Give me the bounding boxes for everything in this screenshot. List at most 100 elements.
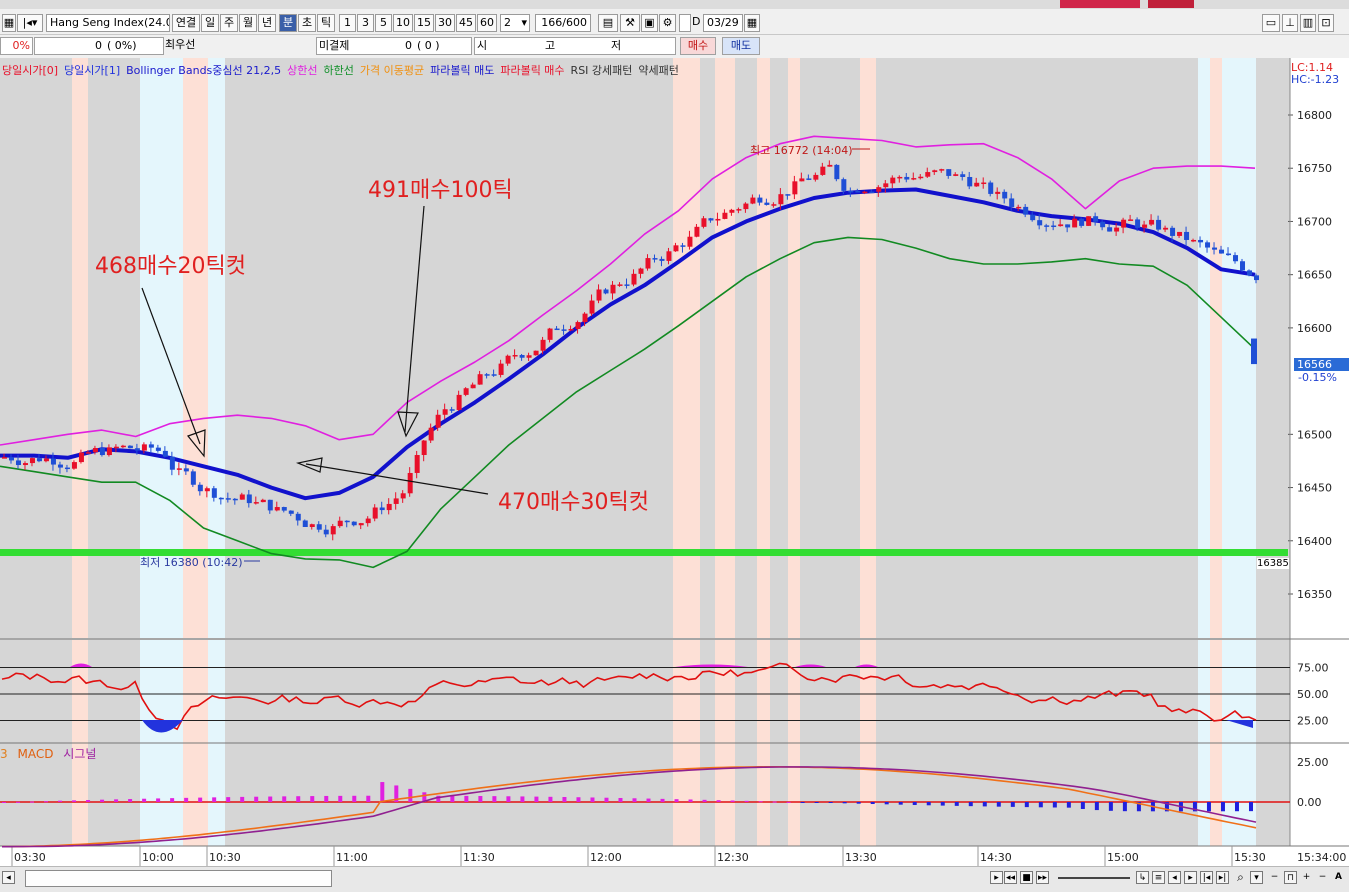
period-month-button[interactable]: 월 — [239, 14, 257, 32]
legend-item-3[interactable]: 상한선 — [287, 64, 317, 77]
candle-body — [652, 258, 658, 260]
legend-item-2[interactable]: Bollinger Bands중심선 21,2,5 — [126, 64, 281, 77]
zoom-select-icon[interactable]: ▾ — [1250, 871, 1263, 884]
date-field[interactable]: 03/29 — [703, 14, 743, 32]
chart-area[interactable]: 75.00 50.00 25.00 25.00 0.00 16800 16750 1670… — [0, 58, 1349, 866]
zoom-icon[interactable]: ▤ — [598, 14, 618, 32]
save-icon[interactable]: ▣ — [641, 14, 658, 32]
candle-body — [673, 245, 679, 252]
legend-item-7[interactable]: 파라볼릭 매수 — [500, 64, 564, 77]
time-tick-label: 14:30 — [980, 851, 1012, 864]
more-icon[interactable]: ⊡ — [1318, 14, 1334, 32]
date-checkbox[interactable] — [679, 14, 691, 32]
buy-button[interactable]: 매수 — [680, 37, 716, 55]
candle-body — [1142, 224, 1148, 228]
macd-histogram-bar — [884, 802, 889, 805]
zoom-out-icon[interactable]: − — [1268, 871, 1281, 884]
pin-icon[interactable]: ⊥ — [1282, 14, 1298, 32]
top-banner-button[interactable] — [1060, 0, 1140, 8]
interval-60-button[interactable]: 60 — [477, 14, 497, 32]
zoom-in-icon[interactable]: + — [1300, 871, 1313, 884]
interval-3-button[interactable]: 3 — [357, 14, 374, 32]
chart-canvas[interactable]: 75.00 50.00 25.00 25.00 0.00 16800 16750 1670… — [0, 58, 1349, 866]
candle-body — [267, 499, 273, 511]
search-icon[interactable]: ⌕ — [1234, 871, 1247, 884]
next-icon[interactable]: ▸ — [1184, 871, 1197, 884]
current-price-badge: 16566 — [1294, 358, 1349, 371]
interval-5-button[interactable]: 5 — [375, 14, 392, 32]
period-tick-button[interactable]: 틱 — [317, 14, 335, 32]
volume-pct: ( 0%) — [107, 39, 137, 52]
candle-body — [890, 177, 896, 184]
candle-body — [239, 494, 245, 500]
candle-body — [932, 170, 938, 173]
stop-icon[interactable]: ■ — [1020, 871, 1033, 884]
cursor-icon[interactable]: ↳ — [1136, 871, 1149, 884]
link-button[interactable]: 연결 — [172, 14, 200, 32]
legend-item-6[interactable]: 파라볼릭 매도 — [430, 64, 494, 77]
legend-item-0[interactable]: 당일시가[0] — [2, 64, 58, 77]
list-icon[interactable]: ≡ — [1152, 871, 1165, 884]
interval-select[interactable]: 2 ▾ — [500, 14, 530, 32]
quote-row: 0% 0 ( 0%) 최우선 미결제 0 ( 0 ) 시 고 저 매수 매도 — [0, 36, 1349, 56]
macd-histogram-bar — [604, 797, 609, 802]
legend-item-8[interactable]: RSI 강세패턴 — [571, 64, 633, 77]
chart-scrollbar[interactable]: ◂ ▸ ◂◂ ■ ▸▸ ↳ ≡ ◂ ▸ |◂ ▸| ⌕ ▾ − ⊓ + − A — [0, 866, 1349, 892]
scroll-thumb[interactable] — [25, 870, 332, 887]
split-icon[interactable]: ▥ — [1300, 14, 1316, 32]
gear-icon[interactable]: ⚙ — [659, 14, 676, 32]
rsi-tick-label: 25.00 — [1297, 715, 1329, 728]
candle-body — [330, 526, 336, 535]
sell-button[interactable]: 매도 — [722, 37, 760, 55]
first-icon[interactable]: |◂ — [1200, 871, 1213, 884]
macd-histogram-bar — [954, 802, 959, 806]
period-day-button[interactable]: 일 — [201, 14, 219, 32]
last-icon[interactable]: ▸| — [1216, 871, 1229, 884]
period-week-button[interactable]: 주 — [220, 14, 238, 32]
period-year-button[interactable]: 년 — [258, 14, 276, 32]
speed-slider[interactable] — [1058, 877, 1130, 879]
interval-30-button[interactable]: 30 — [435, 14, 455, 32]
open-interest-value: 0 — [405, 39, 412, 52]
macd-histogram-bar — [1052, 802, 1057, 808]
step-back-icon[interactable]: |◂▾ — [17, 14, 43, 32]
legend-item-1[interactable]: 당일시가[1] — [64, 64, 120, 77]
macd-histogram-bar — [1024, 802, 1029, 808]
period-second-button[interactable]: 초 — [298, 14, 316, 32]
candle-body — [1065, 224, 1071, 228]
calendar-icon[interactable]: ▦ — [744, 14, 760, 32]
price-tick-label: 16800 — [1297, 109, 1332, 122]
window-icon[interactable]: ▭ — [1262, 14, 1280, 32]
fast-forward-icon[interactable]: ▸▸ — [1036, 871, 1049, 884]
interval-15-button[interactable]: 15 — [414, 14, 434, 32]
legend-item-4[interactable]: 하한선 — [324, 64, 354, 77]
macd-histogram-bar — [30, 801, 35, 803]
rewind-icon[interactable]: ◂◂ — [1004, 871, 1017, 884]
tool-icon[interactable]: ⚒ — [620, 14, 640, 32]
play-icon[interactable]: ▸ — [990, 871, 1003, 884]
handle-icon[interactable]: ⊓ — [1284, 871, 1297, 884]
legend-item-9[interactable]: 약세패턴 — [638, 64, 678, 77]
live-badge[interactable] — [1148, 0, 1194, 8]
candle-body — [827, 164, 833, 167]
candle-body — [1044, 225, 1050, 227]
scroll-left-icon[interactable]: ◂ — [2, 871, 15, 884]
symbol-field[interactable]: Hang Seng Index(24.0 — [46, 14, 170, 32]
grid-icon[interactable]: ▦ — [2, 14, 16, 32]
count-field[interactable]: 166/600 — [535, 14, 591, 32]
legend-item-5[interactable]: 가격 이동평균 — [360, 64, 424, 77]
prev-icon[interactable]: ◂ — [1168, 871, 1181, 884]
interval-45-button[interactable]: 45 — [456, 14, 476, 32]
macd-histogram-bar — [548, 796, 553, 802]
interval-10-button[interactable]: 10 — [393, 14, 413, 32]
candle-body — [974, 182, 980, 187]
font-icon[interactable]: A — [1332, 871, 1345, 884]
period-minute-button[interactable]: 분 — [279, 14, 297, 32]
candle-body — [365, 518, 371, 524]
candle-body — [15, 460, 21, 466]
time-tick-label: 10:00 — [142, 851, 174, 864]
candle-body — [1037, 220, 1043, 226]
candle-body — [57, 464, 63, 468]
interval-1-button[interactable]: 1 — [339, 14, 356, 32]
zoom-minus-icon[interactable]: − — [1316, 871, 1329, 884]
